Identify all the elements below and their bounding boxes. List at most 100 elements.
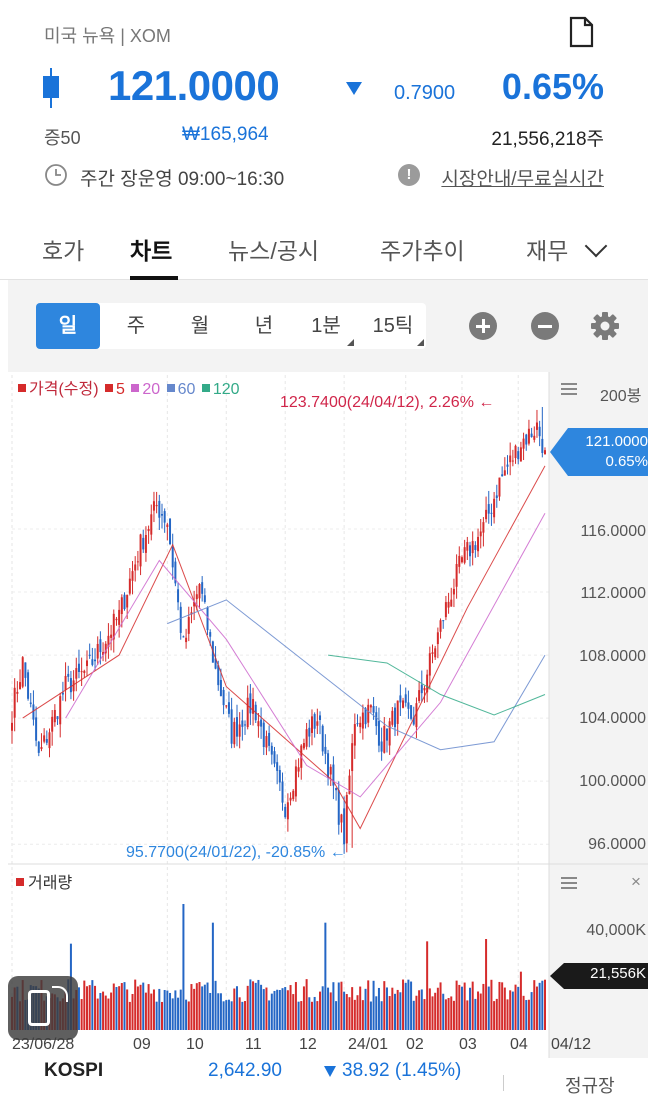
index-name[interactable]: KOSPI (44, 1060, 103, 1082)
low-annotation: 95.7700(24/01/22), -20.85% ← (126, 844, 346, 861)
candle-body (535, 422, 538, 430)
volume-bar (144, 992, 147, 1030)
price-chart[interactable] (0, 0, 648, 1099)
candle-body (511, 460, 514, 462)
volume-bar (80, 999, 83, 1030)
candle-body (455, 564, 458, 587)
volume-bar (160, 1001, 163, 1030)
menu-icon[interactable] (561, 383, 577, 395)
candle-body (235, 717, 238, 737)
rotate-screen-button[interactable] (8, 976, 78, 1040)
moving-average-120 (328, 654, 546, 716)
volume-bar (324, 922, 327, 1030)
close-icon[interactable]: × (631, 872, 641, 892)
high-annotation: 123.7400(24/04/12), 2.26% ← (280, 394, 495, 411)
volume-bar (187, 1001, 190, 1030)
candle-body (367, 704, 370, 723)
candle-body (128, 578, 131, 594)
volume-bar (233, 988, 236, 1030)
volume-bar (260, 984, 263, 1030)
volume-bar (305, 979, 308, 1030)
volume-bar (190, 984, 193, 1030)
candle-body (369, 705, 372, 708)
volume-bar (348, 997, 351, 1030)
volume-bar (115, 987, 118, 1030)
candle-body (541, 438, 544, 453)
volume-bar (300, 1001, 303, 1030)
price-tag-value: 121.0000 (585, 433, 648, 450)
volume-axis-label: 40,000K (586, 922, 646, 939)
volume-bar (385, 987, 388, 1030)
candle-body (276, 762, 279, 771)
volume-bar (340, 981, 343, 1030)
candle-body (538, 426, 541, 437)
volume-bar (278, 990, 281, 1030)
candle-body (13, 687, 16, 718)
volume-menu-icon[interactable] (561, 877, 577, 889)
volume-bar (364, 988, 367, 1030)
candle-body (195, 594, 198, 600)
candle-body (53, 709, 56, 723)
rotate-arrow-icon (52, 986, 68, 1002)
candle-body (439, 620, 442, 632)
volume-bar (147, 984, 150, 1030)
x-tick-label: 02 (406, 1036, 424, 1053)
candle-body (268, 732, 271, 746)
candle-body (11, 722, 13, 731)
candle-body (404, 694, 407, 703)
candle-body (24, 662, 27, 678)
candle-body (75, 668, 78, 679)
candle-body (364, 708, 367, 725)
candle-body (380, 741, 383, 752)
candle-body (284, 806, 287, 818)
volume-bar (294, 982, 297, 1030)
volume-bar (525, 1000, 528, 1030)
volume-bar (104, 995, 107, 1030)
volume-bar (399, 992, 402, 1030)
volume-bar (380, 1001, 383, 1030)
candle-body (123, 594, 126, 610)
volume-bar (460, 986, 463, 1030)
candle-body (343, 808, 346, 845)
volume-bar (434, 992, 437, 1030)
volume-bar (337, 982, 340, 1030)
candle-body (21, 657, 24, 687)
volume-bar (131, 993, 134, 1030)
candle-body (450, 599, 453, 607)
candle-body (463, 547, 466, 563)
volume-bar (169, 992, 172, 1030)
volume-bar (289, 985, 292, 1030)
candle-body (460, 557, 463, 563)
volume-bar (270, 993, 273, 1030)
volume-bar (179, 989, 182, 1030)
volume-bar (110, 992, 113, 1030)
candle-body (359, 722, 362, 728)
volume-bar (201, 986, 204, 1030)
candle-body (67, 673, 70, 677)
volume-bar (527, 999, 530, 1030)
candle-body (487, 504, 490, 514)
volume-bar (345, 994, 348, 1030)
x-tick-label: 04 (510, 1036, 528, 1053)
volume-bar (219, 993, 222, 1030)
candle-body (495, 495, 498, 498)
candle-body (530, 433, 533, 438)
volume-bar (493, 1001, 496, 1030)
candle-body (544, 450, 546, 455)
candle-body (361, 712, 364, 729)
legend-ma5: 5 (116, 381, 125, 398)
volume-bar (329, 992, 332, 1030)
candle-body (88, 654, 91, 656)
volume-bar (535, 986, 538, 1030)
volume-bar (214, 980, 217, 1030)
x-tick-label: 24/01 (348, 1036, 389, 1053)
candle-body (278, 770, 281, 783)
y-tick-label: 112.0000 (580, 585, 646, 602)
volume-bar (501, 982, 504, 1030)
candle-body (391, 710, 394, 725)
volume-bar (120, 983, 123, 1030)
volume-bar (85, 986, 88, 1030)
volume-bar (372, 980, 375, 1030)
volume-bar (227, 999, 230, 1030)
volume-bar (359, 986, 362, 1030)
